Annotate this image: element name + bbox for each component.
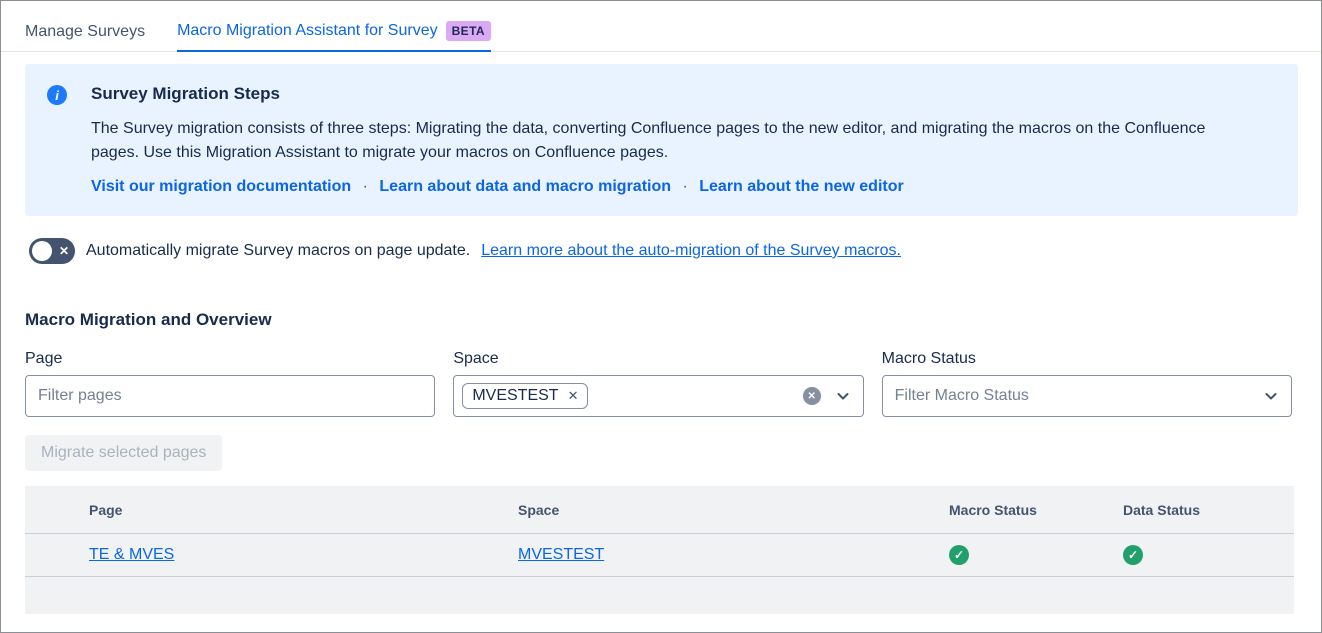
- row-page-cell: TE & MVES: [89, 546, 518, 564]
- space-tag-label: MVESTEST: [472, 387, 558, 405]
- page-filter-input[interactable]: [25, 375, 435, 417]
- banner-body-text: The Survey migration consists of three s…: [91, 117, 1241, 165]
- table-header-row: Page Space Macro Status Data Status: [25, 486, 1294, 534]
- space-link[interactable]: MVESTEST: [518, 546, 604, 563]
- toggle-off-icon: ✕: [59, 238, 69, 264]
- section-title: Macro Migration and Overview: [25, 310, 1297, 330]
- space-tag: MVESTEST ✕: [462, 383, 588, 409]
- data-macro-migration-link[interactable]: Learn about data and macro migration: [379, 178, 671, 195]
- data-status-success-icon: ✓: [1123, 545, 1143, 565]
- header-space: Space: [518, 502, 949, 518]
- beta-badge: BETA: [446, 21, 491, 41]
- tab-manage-surveys[interactable]: Manage Surveys: [25, 21, 145, 52]
- space-tag-remove-icon[interactable]: ✕: [568, 388, 579, 404]
- header-data-status: Data Status: [1123, 502, 1294, 518]
- page-filter-label: Page: [25, 350, 435, 368]
- migrate-selected-pages-button[interactable]: Migrate selected pages: [25, 435, 222, 471]
- space-filter-select[interactable]: MVESTEST ✕ ✕: [453, 375, 863, 417]
- auto-migrate-row: ✕ Automatically migrate Survey macros on…: [29, 238, 1297, 264]
- chevron-down-icon[interactable]: [835, 388, 851, 404]
- auto-migration-learn-more-link[interactable]: Learn more about the auto-migration of t…: [481, 242, 901, 260]
- macro-status-select[interactable]: Filter Macro Status: [882, 375, 1292, 417]
- header-page: Page: [89, 502, 518, 518]
- space-select-controls: ✕: [803, 387, 851, 405]
- auto-migrate-text: Automatically migrate Survey macros on p…: [86, 242, 470, 260]
- row-space-cell: MVESTEST: [518, 546, 949, 564]
- tab-bar: Manage Surveys Macro Migration Assistant…: [1, 1, 1321, 52]
- row-macro-status-cell: ✓: [949, 545, 1123, 565]
- table-row: TE & MVES MVESTEST ✓ ✓: [25, 534, 1294, 577]
- header-macro-status: Macro Status: [949, 502, 1123, 518]
- info-icon: i: [47, 85, 67, 105]
- macro-status-filter: Macro Status Filter Macro Status: [882, 350, 1292, 417]
- page-filter: Page: [25, 350, 435, 417]
- auto-migrate-toggle[interactable]: ✕: [29, 238, 75, 264]
- migration-table: Page Space Macro Status Data Status TE &…: [25, 486, 1294, 614]
- toggle-knob: [32, 241, 52, 261]
- macro-status-placeholder: Filter Macro Status: [895, 387, 1029, 405]
- new-editor-link[interactable]: Learn about the new editor: [699, 178, 903, 195]
- tab-macro-migration-assistant[interactable]: Macro Migration Assistant for Survey BET…: [177, 21, 491, 52]
- space-filter-label: Space: [453, 350, 863, 368]
- table-footer-spacer: [25, 577, 1294, 614]
- page-link[interactable]: TE & MVES: [89, 546, 174, 563]
- clear-icon[interactable]: ✕: [803, 387, 821, 405]
- tab-manage-surveys-label: Manage Surveys: [25, 23, 145, 41]
- banner-content: Survey Migration Steps The Survey migrat…: [91, 84, 1241, 196]
- tab-macro-migration-assistant-label: Macro Migration Assistant for Survey: [177, 22, 438, 40]
- survey-migration-info-banner: i Survey Migration Steps The Survey migr…: [25, 64, 1298, 216]
- banner-links: Visit our migration documentation · Lear…: [91, 178, 1241, 196]
- filter-bar: Page Space MVESTEST ✕ ✕ Macro Status Fil…: [25, 350, 1292, 417]
- macro-status-filter-label: Macro Status: [882, 350, 1292, 368]
- banner-title: Survey Migration Steps: [91, 84, 1241, 104]
- macro-status-controls: [1263, 388, 1279, 404]
- macro-status-success-icon: ✓: [949, 545, 969, 565]
- space-filter: Space MVESTEST ✕ ✕: [453, 350, 863, 417]
- row-data-status-cell: ✓: [1123, 545, 1294, 565]
- link-separator: ·: [682, 178, 687, 195]
- migration-documentation-link[interactable]: Visit our migration documentation: [91, 178, 351, 195]
- link-separator: ·: [363, 178, 368, 195]
- chevron-down-icon[interactable]: [1263, 388, 1279, 404]
